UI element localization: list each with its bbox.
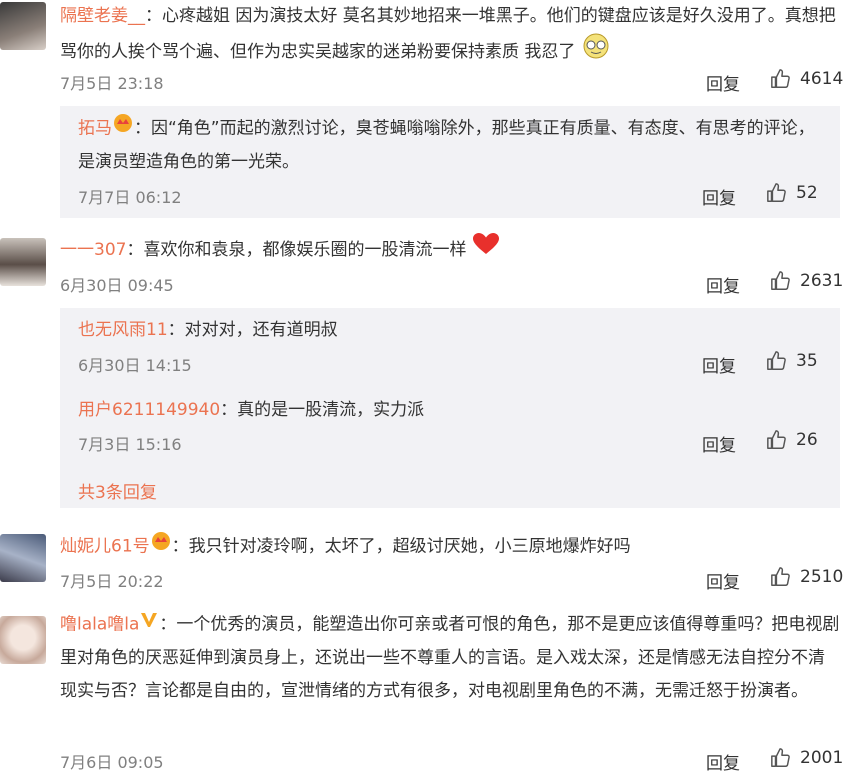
comment-username[interactable]: 隔壁老姜__ [60, 6, 145, 26]
like-button[interactable]: 35 [766, 350, 818, 372]
reply-time: 6月30日 14:15 [78, 356, 192, 375]
reply-username[interactable]: 用户6211149940 [78, 400, 220, 420]
avatar[interactable] [0, 616, 46, 664]
reply-button[interactable]: 回复 [702, 431, 736, 456]
comment-username[interactable]: 灿妮儿61号 [60, 537, 150, 557]
reply-text: ：因“角色”而起的激烈讨论，臭苍蝇嗡嗡除外，那些真正有质量、有态度、有思考的评论… [78, 118, 815, 172]
heart-icon [472, 232, 500, 268]
reply-username[interactable]: 拓马 [78, 119, 112, 139]
v-badge-icon [139, 608, 159, 641]
comment-text: ：我只针对凌玲啊，太坏了，超级讨厌她，小三原地爆炸好吗 [171, 536, 631, 557]
comment-item: 隔壁老姜__：心疼越姐 因为演技太好 莫名其妙地招来一堆黑子。他们的键盘应该是好… [0, 0, 852, 100]
sweat-face-icon [581, 33, 611, 71]
thumbs-up-icon [770, 747, 792, 769]
reply-button[interactable]: 回复 [706, 568, 740, 593]
avatar[interactable] [0, 534, 46, 582]
like-button[interactable]: 26 [766, 429, 818, 451]
avatar[interactable] [0, 2, 46, 50]
reply-list: 拓马 ：因“角色”而起的激烈讨论，臭苍蝇嗡嗡除外，那些真正有质量、有态度、有思考的… [60, 106, 840, 218]
avatar[interactable] [0, 238, 46, 286]
reply-button[interactable]: 回复 [706, 272, 740, 297]
comment-item: 灿妮儿61号 ：我只针对凌玲啊，太坏了，超级讨厌她，小三原地爆炸好吗 7月5日 2… [0, 528, 852, 598]
thumbs-up-icon [770, 68, 792, 90]
reply-button[interactable]: 回复 [702, 352, 736, 377]
vip-badge-icon [150, 530, 172, 563]
reply-list: 也无风雨11：对对对，还有道明叔 6月30日 14:15 回复 35 用户621… [60, 308, 840, 508]
reply-text: ：对对对，还有道明叔 [167, 320, 338, 340]
thumbs-up-icon [766, 350, 788, 372]
like-count: 2510 [800, 567, 844, 587]
like-button[interactable]: 2631 [770, 270, 843, 292]
comment-time: 7月6日 09:05 [60, 753, 164, 772]
thumbs-up-icon [770, 566, 792, 588]
like-count: 2631 [800, 271, 844, 291]
like-button[interactable]: 2510 [770, 566, 843, 588]
thumbs-up-icon [766, 429, 788, 451]
reply-username[interactable]: 也无风雨11 [78, 320, 168, 340]
comment-time: 7月5日 23:18 [60, 74, 164, 93]
more-replies-link[interactable]: 共3条回复 [78, 478, 157, 503]
comment-username[interactable]: 噜lala噜la [60, 615, 139, 635]
comment-item: 噜lala噜la ：一个优秀的演员，能塑造出你可亲或者可恨的角色，那不是更应该值得… [0, 606, 852, 774]
like-button[interactable]: 2001 [770, 747, 843, 769]
comment-time: 7月5日 20:22 [60, 572, 164, 591]
reply-button[interactable]: 回复 [706, 749, 740, 774]
like-button[interactable]: 52 [766, 182, 818, 204]
like-count: 2001 [800, 748, 844, 768]
thumbs-up-icon [766, 182, 788, 204]
like-count: 4614 [800, 69, 844, 89]
reply-text: ：真的是一股清流，实力派 [220, 400, 425, 420]
reply-time: 7月3日 15:16 [78, 435, 182, 454]
like-count: 52 [796, 183, 818, 203]
comment-username[interactable]: 一一307 [60, 240, 126, 260]
like-count: 35 [796, 351, 818, 371]
vip-badge-icon [112, 112, 134, 145]
like-count: 26 [796, 430, 818, 450]
like-button[interactable]: 4614 [770, 68, 843, 90]
thumbs-up-icon [770, 270, 792, 292]
comment-time: 6月30日 09:45 [60, 276, 174, 295]
reply-time: 7月7日 06:12 [78, 188, 182, 207]
reply-button[interactable]: 回复 [706, 70, 740, 95]
reply-button[interactable]: 回复 [702, 184, 736, 209]
comment-item: 一一307：喜欢你和袁泉，都像娱乐圈的一股清流一样 6月30日 09:45 回复… [0, 230, 852, 300]
comment-text: ：一个优秀的演员，能塑造出你可亲或者可恨的角色，那不是更应该值得尊重吗？把电视剧… [60, 614, 840, 701]
comment-text: ：心疼越姐 因为演技太好 莫名其妙地招来一堆黑子。他们的键盘应该是好久没用了。真… [60, 6, 836, 62]
comment-text: ：喜欢你和袁泉，都像娱乐圈的一股清流一样 [126, 240, 467, 260]
